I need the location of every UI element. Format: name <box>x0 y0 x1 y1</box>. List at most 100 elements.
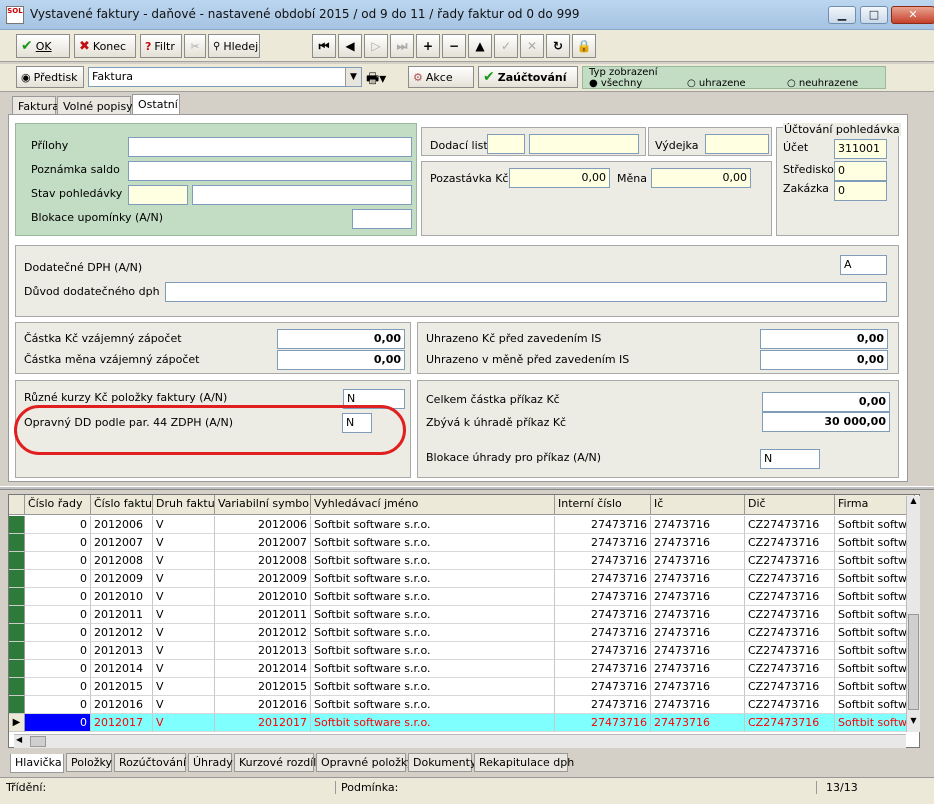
zbyva-uhrade-input[interactable]: 30 000,00 <box>762 412 890 432</box>
scroll-thumb[interactable] <box>908 614 919 710</box>
cell-interni-cislo[interactable]: 27473716 <box>555 534 651 552</box>
cell-vyhledavaci-jmeno[interactable]: Softbit software s.r.o. <box>311 624 555 642</box>
cell-ic[interactable]: 27473716 <box>651 570 745 588</box>
column-header-druh-faktury[interactable]: Druh faktury <box>153 495 215 515</box>
cell-interni-cislo[interactable]: 27473716 <box>555 570 651 588</box>
cell-ic[interactable]: 27473716 <box>651 660 745 678</box>
column-header-dic[interactable]: Dič <box>745 495 835 515</box>
bottom-tab-4[interactable]: Kurzové rozdíly <box>234 753 323 772</box>
refresh-icon[interactable]: ↻ <box>546 34 570 58</box>
lock-icon[interactable]: 🔒 <box>572 34 596 58</box>
cell-vyhledavaci-jmeno[interactable]: Softbit software s.r.o. <box>311 552 555 570</box>
stredisko-input[interactable]: 0 <box>834 161 887 181</box>
stav-pohledavky-code[interactable] <box>128 185 188 205</box>
cell-variabilni-symbol[interactable]: 2012007 <box>215 534 311 552</box>
radio-vsechny[interactable]: ● všechny <box>589 78 642 88</box>
table-row[interactable]: 0 2012015 V 2012015 Softbit software s.r.o. 2… <box>9 678 915 696</box>
table-row[interactable]: 0 2012016 V 2012016 Softbit software s.r.o. 2… <box>9 696 915 714</box>
cell-druh-faktury[interactable]: V <box>153 552 215 570</box>
ok-button[interactable]: ✔ OK <box>16 34 70 58</box>
cell-cislo-rady[interactable]: 0 <box>25 696 91 714</box>
bottom-tab-3[interactable]: Úhrady <box>188 753 233 772</box>
cell-dic[interactable]: CZ27473716 <box>745 642 835 660</box>
column-header-cislo-rady[interactable]: Číslo řady <box>25 495 91 515</box>
cell-firma[interactable]: Softbit softwa <box>835 624 915 642</box>
cell-vyhledavaci-jmeno[interactable]: Softbit software s.r.o. <box>311 570 555 588</box>
castka-mena-zapocet-input[interactable]: 0,00 <box>277 350 405 370</box>
dodaci-list-code[interactable] <box>487 134 525 154</box>
cell-cislo-faktury[interactable]: 2012017 <box>91 714 153 732</box>
cell-dic[interactable]: CZ27473716 <box>745 678 835 696</box>
cell-druh-faktury[interactable]: V <box>153 516 215 534</box>
cell-druh-faktury[interactable]: V <box>153 606 215 624</box>
bottom-tab-6[interactable]: Dokumenty <box>408 753 476 772</box>
cell-ic[interactable]: 27473716 <box>651 552 745 570</box>
akce-button[interactable]: ⚙ Akce <box>408 66 474 88</box>
cell-firma[interactable]: Softbit softwa <box>835 534 915 552</box>
cell-ic[interactable]: 27473716 <box>651 642 745 660</box>
table-row[interactable]: 0 2012014 V 2012014 Softbit software s.r.o. 2… <box>9 660 915 678</box>
cell-firma[interactable]: Softbit softwa <box>835 588 915 606</box>
cell-cislo-rady[interactable]: 0 <box>25 642 91 660</box>
cell-vyhledavaci-jmeno[interactable]: Softbit software s.r.o. <box>311 714 555 732</box>
pozastavka-input[interactable]: 0,00 <box>509 168 610 188</box>
cell-cislo-faktury[interactable]: 2012011 <box>91 606 153 624</box>
table-row[interactable]: 0 2012011 V 2012011 Softbit software s.r.o. 2… <box>9 606 915 624</box>
cell-firma[interactable]: Softbit softwa <box>835 570 915 588</box>
cell-firma[interactable]: Softbit softwa <box>835 552 915 570</box>
cell-cislo-faktury[interactable]: 2012014 <box>91 660 153 678</box>
column-header-variabilni-symbol[interactable]: Variabilní symbol <box>215 495 311 515</box>
horizontal-scrollbar[interactable]: ◀ <box>14 734 906 748</box>
cell-druh-faktury[interactable]: V <box>153 660 215 678</box>
cell-cislo-rady[interactable]: 0 <box>25 516 91 534</box>
cell-firma[interactable]: Softbit softwa <box>835 678 915 696</box>
uhrazeno-kc-is-input[interactable]: 0,00 <box>760 329 888 349</box>
cell-variabilni-symbol[interactable]: 2012006 <box>215 516 311 534</box>
cell-ic[interactable]: 27473716 <box>651 516 745 534</box>
cell-cislo-rady[interactable]: 0 <box>25 552 91 570</box>
cell-variabilni-symbol[interactable]: 2012017 <box>215 714 311 732</box>
cell-cislo-rady[interactable]: 0 <box>25 624 91 642</box>
cell-dic[interactable]: CZ27473716 <box>745 624 835 642</box>
minimize-button[interactable]: ▁ <box>828 6 856 24</box>
table-row[interactable]: 0 2012012 V 2012012 Softbit software s.r.o. 2… <box>9 624 915 642</box>
form-select[interactable]: Faktura <box>88 67 362 87</box>
table-row[interactable]: 0 2012008 V 2012008 Softbit software s.r.o. 2… <box>9 552 915 570</box>
scroll-up-icon[interactable]: ▲ <box>907 496 920 510</box>
bottom-tab-7[interactable]: Rekapitulace dph <box>474 753 574 772</box>
cell-vyhledavaci-jmeno[interactable]: Softbit software s.r.o. <box>311 534 555 552</box>
radio-neuhrazene[interactable]: ○ neuhrazene <box>787 78 858 88</box>
cell-variabilni-symbol[interactable]: 2012015 <box>215 678 311 696</box>
cell-dic[interactable]: CZ27473716 <box>745 660 835 678</box>
cell-firma[interactable]: Softbit softwa <box>835 660 915 678</box>
tab-volne-popisy[interactable]: Volné popisy <box>57 96 133 116</box>
cell-firma[interactable]: Softbit softwa <box>835 606 915 624</box>
next-record-icon[interactable]: ▷ <box>364 34 388 58</box>
prev-record-icon[interactable]: ◀ <box>338 34 362 58</box>
cell-druh-faktury[interactable]: V <box>153 588 215 606</box>
column-header-cislo-faktury[interactable]: Číslo faktury <box>91 495 153 515</box>
cell-variabilni-symbol[interactable]: 2012016 <box>215 696 311 714</box>
print-icon[interactable]: 🖶▾ <box>366 68 402 88</box>
cell-cislo-faktury[interactable]: 2012008 <box>91 552 153 570</box>
column-header-vyhledavaci-jmeno[interactable]: Vyhledávací jméno <box>311 495 555 515</box>
table-row[interactable]: 0 2012013 V 2012013 Softbit software s.r.o. 2… <box>9 642 915 660</box>
cancel-edit-icon[interactable]: ✕ <box>520 34 544 58</box>
cell-variabilni-symbol[interactable]: 2012013 <box>215 642 311 660</box>
cell-vyhledavaci-jmeno[interactable]: Softbit software s.r.o. <box>311 588 555 606</box>
bottom-tab-5[interactable]: Opravné položky <box>316 753 413 772</box>
cell-ic[interactable]: 27473716 <box>651 624 745 642</box>
column-header-interni-cislo[interactable]: Interní číslo <box>555 495 651 515</box>
cell-dic[interactable]: CZ27473716 <box>745 570 835 588</box>
maximize-button[interactable]: □ <box>860 6 888 24</box>
cell-vyhledavaci-jmeno[interactable]: Softbit software s.r.o. <box>311 606 555 624</box>
cell-cislo-faktury[interactable]: 2012016 <box>91 696 153 714</box>
predtisk-button[interactable]: ◉ Předtisk <box>16 66 84 88</box>
uhrazeno-mena-is-input[interactable]: 0,00 <box>760 350 888 370</box>
dodaci-list-input[interactable] <box>529 134 639 154</box>
cell-dic[interactable]: CZ27473716 <box>745 696 835 714</box>
cell-ic[interactable]: 27473716 <box>651 678 745 696</box>
cell-cislo-faktury[interactable]: 2012007 <box>91 534 153 552</box>
cell-interni-cislo[interactable]: 27473716 <box>555 624 651 642</box>
cell-dic[interactable]: CZ27473716 <box>745 606 835 624</box>
